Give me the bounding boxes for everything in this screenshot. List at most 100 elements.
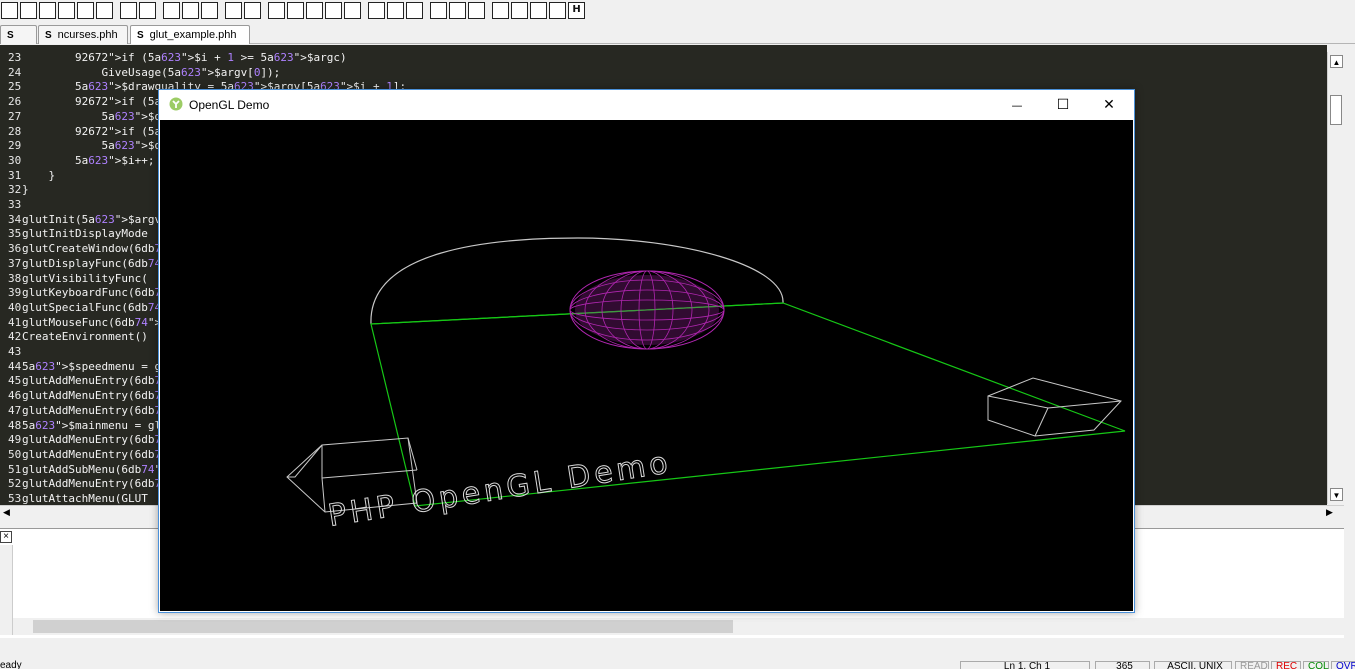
- line-number: 32: [8, 183, 22, 197]
- line-number: 35: [8, 227, 22, 241]
- line-number: 47: [8, 403, 22, 417]
- scroll-thumb[interactable]: [1330, 95, 1342, 125]
- encoding-indicator[interactable]: ASCII, UNIX: [1154, 661, 1232, 669]
- minimize-button[interactable]: —: [994, 90, 1040, 120]
- line-number: 39: [8, 286, 22, 300]
- tab-label: glut_example.phh: [149, 29, 237, 41]
- comment-button[interactable]: [406, 1, 423, 19]
- window-button[interactable]: [368, 1, 385, 19]
- find-button[interactable]: [287, 1, 304, 19]
- line-number: 30: [8, 153, 22, 167]
- line-text: glutVisibilityFunc(: [22, 271, 148, 285]
- toolbar: H: [0, 0, 1355, 20]
- clean-button[interactable]: [449, 1, 466, 19]
- print-preview-button[interactable]: [139, 1, 156, 19]
- open-remote-button[interactable]: [39, 1, 56, 19]
- line-number: 51: [8, 462, 22, 476]
- code-line[interactable]: 23 92672">if (5a623">$i + 1 >= 5a623">$a…: [0, 50, 347, 65]
- print-button[interactable]: [120, 1, 137, 19]
- code-line[interactable]: 30 5a623">$i++;: [0, 153, 154, 168]
- line-number: 52: [8, 477, 22, 491]
- code-line[interactable]: 24 GiveUsage(5a623">$argv[0]);: [0, 65, 280, 80]
- code-line[interactable]: 35glutInitDisplayMode: [0, 226, 148, 241]
- scroll-thumb[interactable]: [33, 620, 733, 633]
- window-title: OpenGL Demo: [189, 98, 270, 112]
- wireframe-sphere: [569, 270, 725, 350]
- help-button[interactable]: H: [568, 1, 585, 19]
- output-side-bar: [0, 545, 13, 635]
- reload-button[interactable]: [58, 1, 75, 19]
- ovr-indicator: OVR: [1331, 661, 1355, 669]
- line-number: 45: [8, 374, 22, 388]
- save-button[interactable]: [77, 1, 94, 19]
- maximize-button[interactable]: ☐: [1040, 90, 1086, 120]
- close-button[interactable]: ✕: [1086, 90, 1132, 120]
- paste-button[interactable]: [201, 1, 218, 19]
- output-horizontal-scrollbar[interactable]: [13, 618, 1344, 635]
- rec-indicator: REC: [1271, 661, 1301, 669]
- replace-button[interactable]: [325, 1, 342, 19]
- line-text: glutInitDisplayMode: [22, 227, 148, 241]
- code-line[interactable]: 31 }: [0, 168, 55, 183]
- open-folder-button[interactable]: [20, 1, 37, 19]
- code-line[interactable]: 42CreateEnvironment(): [0, 329, 148, 344]
- maximize-icon: ☐: [1056, 97, 1070, 113]
- code-line[interactable]: 32}: [0, 182, 29, 197]
- undo-button[interactable]: [225, 1, 242, 19]
- col-indicator: COL: [1303, 661, 1329, 669]
- close-icon: ✕: [1103, 97, 1115, 113]
- line-number: 38: [8, 271, 22, 285]
- expand-button[interactable]: [511, 1, 528, 19]
- window-titlebar[interactable]: OpenGL Demo — ☐ ✕: [159, 90, 1134, 120]
- list-button[interactable]: [468, 1, 485, 19]
- line-number: 34: [8, 212, 22, 226]
- opengl-demo-window[interactable]: OpenGL Demo — ☐ ✕ PHP OpenGL Demo: [158, 89, 1135, 613]
- find-next-button[interactable]: [306, 1, 323, 19]
- line-number: 36: [8, 242, 22, 256]
- calculator-button[interactable]: [268, 1, 285, 19]
- find-files-button[interactable]: [344, 1, 361, 19]
- line-number: 44: [8, 359, 22, 373]
- close-icon[interactable]: ×: [0, 531, 12, 543]
- scroll-down-icon[interactable]: ▼: [1330, 488, 1343, 501]
- code-line[interactable]: 38glutVisibilityFunc(: [0, 271, 148, 286]
- minimize-icon: —: [1011, 98, 1023, 112]
- align-button[interactable]: [430, 1, 447, 19]
- code-line[interactable]: 43: [0, 344, 22, 359]
- tab-ncurses[interactable]: S ncurses.phh: [38, 25, 128, 44]
- char-count: 365: [1095, 661, 1150, 669]
- line-number: 25: [8, 80, 22, 94]
- code-line[interactable]: 34glutInit(5a623">$argv);: [0, 212, 174, 227]
- read-indicator: READ: [1235, 661, 1269, 669]
- tab-untitled[interactable]: S: [0, 25, 37, 44]
- line-number: 53: [8, 492, 22, 505]
- tile-windows-button[interactable]: [387, 1, 404, 19]
- line-number: 29: [8, 139, 22, 153]
- fullscreen-button[interactable]: [549, 1, 566, 19]
- split-button[interactable]: [530, 1, 547, 19]
- tab-bar: S S ncurses.phh S glut_example.phh: [0, 22, 1355, 44]
- line-text: CreateEnvironment(): [22, 330, 148, 344]
- new-file-button[interactable]: [1, 1, 18, 19]
- editor-vertical-scrollbar[interactable]: ▲ ▼: [1327, 52, 1344, 504]
- collapse-button[interactable]: [492, 1, 509, 19]
- php-file-icon: S: [7, 29, 14, 41]
- line-number: 37: [8, 256, 22, 270]
- line-text: glutAttachMenu(GLUT: [22, 492, 148, 505]
- line-number: 48: [8, 418, 22, 432]
- scroll-up-icon[interactable]: ▲: [1330, 55, 1343, 68]
- tab-glut-example[interactable]: S glut_example.phh: [130, 25, 250, 44]
- code-line[interactable]: 33: [0, 197, 22, 212]
- line-number: 49: [8, 433, 22, 447]
- line-number: 46: [8, 389, 22, 403]
- scroll-left-icon[interactable]: ◀: [3, 507, 10, 518]
- line-text: }: [22, 183, 29, 197]
- scroll-right-icon[interactable]: ▶: [1326, 507, 1333, 518]
- line-text: GiveUsage(5a623">$argv[0]);: [22, 65, 281, 79]
- cut-button[interactable]: [163, 1, 180, 19]
- code-line[interactable]: 53glutAttachMenu(GLUT: [0, 491, 148, 505]
- save-all-button[interactable]: [96, 1, 113, 19]
- copy-button[interactable]: [182, 1, 199, 19]
- opengl-render-canvas[interactable]: PHP OpenGL Demo: [160, 120, 1133, 611]
- redo-button[interactable]: [244, 1, 261, 19]
